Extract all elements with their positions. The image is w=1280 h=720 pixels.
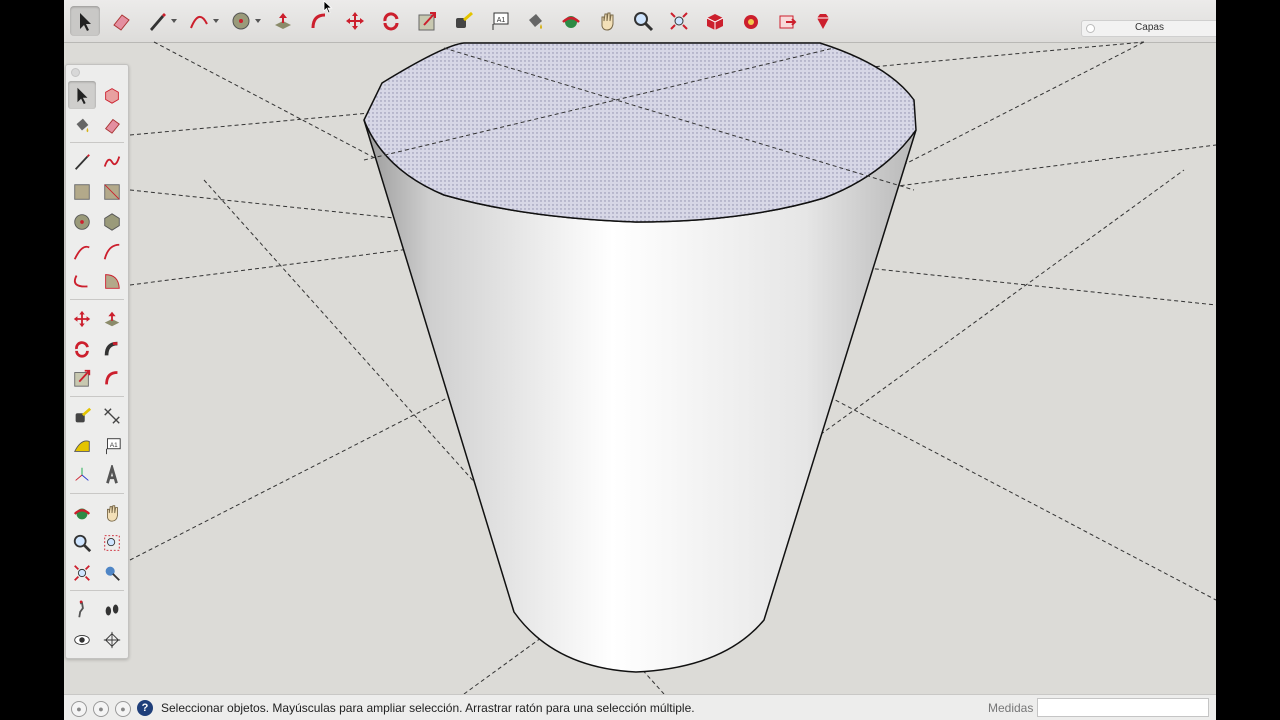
palette-section-display-button[interactable]: [98, 626, 126, 654]
palette-walk-button[interactable]: [68, 596, 96, 624]
palette-move-button[interactable]: [68, 305, 96, 333]
palette-rotate-button[interactable]: [68, 335, 96, 363]
rotate-icon: [75, 340, 89, 358]
credits-icon[interactable]: ●: [93, 701, 109, 717]
palette-zoom-window-button[interactable]: [98, 529, 126, 557]
palette-two-point-arc-button[interactable]: [98, 238, 126, 266]
zoom-window-icon: [104, 535, 120, 551]
palette-dimension-button[interactable]: [98, 402, 126, 430]
palette-eraser-button[interactable]: [98, 111, 126, 139]
palette-rectangle-button[interactable]: [68, 178, 96, 206]
three-point-arc-icon: [73, 275, 88, 288]
measurements-input[interactable]: [1037, 698, 1209, 717]
pie-icon: [105, 274, 120, 289]
palette-close-icon[interactable]: [71, 68, 80, 77]
palette-zoom-button[interactable]: [68, 529, 96, 557]
measurements-label: Medidas: [988, 701, 1034, 715]
palette-protractor-button[interactable]: [68, 432, 96, 460]
palette-zoom-extents-button[interactable]: [68, 559, 96, 587]
select-icon: [77, 87, 88, 105]
two-point-arc-icon: [103, 243, 120, 260]
palette-separator: [70, 298, 124, 300]
palette-pie-button[interactable]: [98, 267, 126, 295]
palette-line-button[interactable]: [68, 148, 96, 176]
palette-freehand-button[interactable]: [98, 148, 126, 176]
palette-paint-bucket-button[interactable]: [68, 111, 96, 139]
palette-axes-button[interactable]: [68, 461, 96, 489]
tape-measure-icon: [75, 407, 92, 423]
line-icon: [74, 154, 90, 171]
palette-make-component-button[interactable]: [98, 81, 126, 109]
walk-icon: [78, 600, 84, 618]
palette-position-camera-button[interactable]: [98, 559, 126, 587]
zoom-extents-icon: [74, 564, 90, 581]
orbit-icon: [73, 508, 91, 520]
section-plane-icon: [74, 634, 90, 645]
help-icon[interactable]: ?: [137, 700, 153, 716]
make-component-icon: [105, 88, 119, 104]
follow-me-icon: [104, 341, 118, 356]
palette-tape-measure-button[interactable]: [68, 402, 96, 430]
protractor-icon: [73, 440, 90, 452]
polygon-icon: [104, 213, 120, 231]
paint-bucket-icon: [76, 118, 89, 132]
circle-icon: [74, 214, 90, 230]
dimension-icon: [104, 408, 120, 424]
look-around-icon: [105, 604, 119, 616]
palette-scale-button[interactable]: [68, 364, 96, 392]
palette-select-button[interactable]: [68, 81, 96, 109]
palette-separator: [70, 590, 124, 592]
palette-polygon-button[interactable]: [98, 208, 126, 236]
status-message: Seleccionar objetos. Mayúsculas para amp…: [161, 701, 695, 715]
offset-icon: [105, 371, 118, 385]
palette-arc-button[interactable]: [68, 238, 96, 266]
modeling-viewport[interactable]: [64, 41, 1216, 694]
mouse-cursor-icon: [323, 0, 333, 14]
axes-icon: [75, 468, 89, 482]
palette-text-button[interactable]: A1: [98, 432, 126, 460]
move-icon: [73, 310, 91, 328]
palette-rotated-rectangle-button[interactable]: [98, 178, 126, 206]
freehand-icon: [103, 156, 121, 168]
palette-circle-button[interactable]: [68, 208, 96, 236]
palette-pan-button[interactable]: [98, 499, 126, 527]
model-canvas[interactable]: [64, 0, 1216, 694]
palette-3d-text-button[interactable]: [98, 461, 126, 489]
status-bar: ● ● ● ? Seleccionar objetos. Mayúsculas …: [64, 694, 1216, 720]
scale-icon: [74, 370, 91, 387]
zoom-icon: [73, 534, 92, 552]
palette-separator: [70, 493, 124, 495]
sketchup-window: A1 Capas A1 ● ● ● ? Seleccionar objetos.…: [64, 0, 1216, 720]
palette-section-plane-button[interactable]: [68, 626, 96, 654]
pan-icon: [107, 505, 118, 522]
arc-icon: [73, 245, 90, 260]
large-tool-set-palette: A1: [65, 64, 129, 659]
position-camera-icon: [105, 566, 120, 581]
section-display-icon: [103, 631, 121, 649]
palette-offset-button[interactable]: [98, 364, 126, 392]
palette-follow-me-button[interactable]: [98, 335, 126, 363]
user-icon[interactable]: ●: [115, 701, 131, 717]
palette-orbit-button[interactable]: [68, 499, 96, 527]
push-pull-icon: [104, 311, 120, 327]
rectangle-icon: [74, 184, 90, 200]
palette-separator: [70, 396, 124, 397]
svg-text:A1: A1: [110, 442, 118, 449]
eraser-icon: [104, 118, 120, 134]
geolocation-icon[interactable]: ●: [71, 701, 87, 717]
text-icon: A1: [106, 437, 121, 454]
3d-text-icon: [106, 465, 118, 484]
rotated-rectangle-icon: [104, 184, 120, 200]
palette-three-point-arc-button[interactable]: [68, 267, 96, 295]
palette-separator: [70, 142, 124, 144]
palette-push-pull-button[interactable]: [98, 305, 126, 333]
palette-look-around-button[interactable]: [98, 596, 126, 624]
